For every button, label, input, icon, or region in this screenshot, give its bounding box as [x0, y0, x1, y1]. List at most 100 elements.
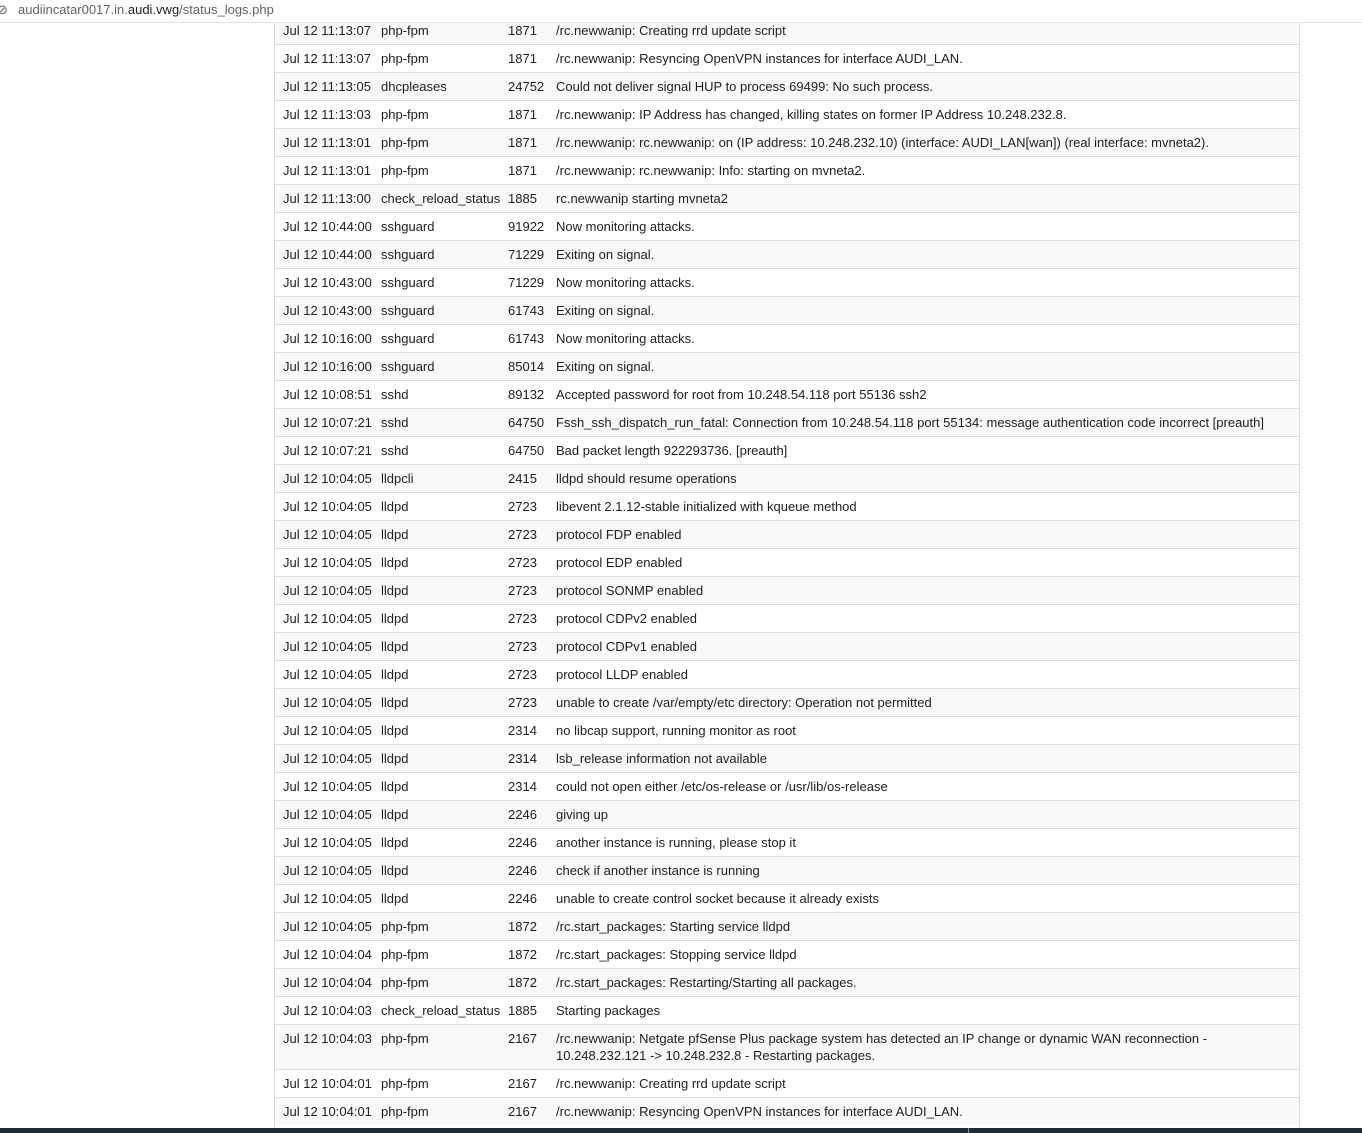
log-time-cell: Jul 12 10:04:05 [275, 520, 373, 549]
log-pid-cell: 2723 [500, 604, 548, 633]
log-message-cell: another instance is running, please stop… [548, 828, 1299, 857]
log-row: Jul 12 10:07:21 sshd 64750 Bad packet lengt… [275, 436, 1299, 465]
log-pid-cell: 2723 [500, 576, 548, 605]
address-bar[interactable]: ⊘ audiincatar0017.in.audi.vwg/status_log… [0, 0, 1362, 23]
log-message-cell: Now monitoring attacks. [548, 212, 1299, 241]
log-pid-cell: 2246 [500, 828, 548, 857]
log-row: Jul 12 10:04:05 lldpd 2314 no libcap suppor… [275, 716, 1299, 745]
log-time-cell: Jul 12 10:04:05 [275, 492, 373, 521]
log-time-cell: Jul 12 10:04:05 [275, 800, 373, 829]
log-process-cell: lldpd [373, 604, 500, 633]
log-time-cell: Jul 12 11:13:01 [275, 156, 373, 185]
log-pid-cell: 2723 [500, 660, 548, 689]
scrollbar-thumb[interactable] [968, 1128, 969, 1133]
log-row: Jul 12 11:13:07 php-fpm 1871/rc.newwanip: … [275, 44, 1299, 73]
url-text[interactable]: audiincatar0017.in.audi.vwg/status_logs.… [18, 0, 274, 20]
log-process-cell: php-fpm [373, 940, 500, 969]
log-message-cell: Bad packet length 922293736. [preauth] [548, 436, 1299, 465]
log-time-cell: Jul 12 10:16:00 [275, 324, 373, 353]
log-process-cell: lldpd [373, 632, 500, 661]
horizontal-scrollbar[interactable] [0, 1128, 1362, 1133]
log-process-cell: sshd [373, 408, 500, 437]
log-message-cell: /rc.newwanip: rc.newwanip: Info: startin… [548, 156, 1299, 185]
log-time-cell: Jul 12 10:04:05 [275, 716, 373, 745]
log-row: Jul 12 10:04:05 lldpd 2723 protocol FDP ena… [275, 520, 1299, 549]
log-row: Jul 12 10:08:51 sshd 89132 Accepted passwor… [275, 380, 1299, 409]
log-row: Jul 12 10:44:00 sshguard 91922 Now monitori… [275, 212, 1299, 241]
log-pid-cell: 61743 [500, 324, 548, 353]
log-pid-cell: 71229 [500, 268, 548, 297]
connection-icon[interactable]: ⊘ [0, 0, 8, 20]
log-process-cell: php-fpm [373, 968, 500, 997]
log-process-cell: lldpd [373, 576, 500, 605]
log-message-cell: unable to create control socket because … [548, 884, 1299, 913]
log-row: Jul 12 10:04:05 lldpd 2246 unable to create… [275, 884, 1299, 913]
log-row: Jul 12 10:04:05 lldpd 2723 unable to create… [275, 688, 1299, 717]
log-message-cell: protocol FDP enabled [548, 520, 1299, 549]
log-time-cell: Jul 12 10:04:01 [275, 1097, 373, 1125]
log-message-cell: /rc.newwanip: Resyncing OpenVPN instance… [548, 44, 1299, 73]
log-message-cell: libevent 2.1.12-stable initialized with … [548, 492, 1299, 521]
log-time-cell: Jul 12 10:04:01 [275, 1069, 373, 1098]
log-pid-cell: 1872 [500, 940, 548, 969]
log-message-cell: /rc.newwanip: rc.newwanip: on (IP addres… [548, 128, 1299, 157]
log-time-cell: Jul 12 11:13:07 [275, 23, 373, 45]
log-process-cell: lldpd [373, 884, 500, 913]
log-pid-cell: 2723 [500, 632, 548, 661]
log-process-cell: sshguard [373, 268, 500, 297]
log-row: Jul 12 10:43:00 sshguard 71229 Now monitori… [275, 268, 1299, 297]
log-pid-cell: 1872 [500, 912, 548, 941]
log-time-cell: Jul 12 11:13:05 [275, 72, 373, 101]
log-process-cell: php-fpm [373, 23, 500, 45]
log-row: Jul 12 11:13:05 dhcpleases 24752 Could not … [275, 72, 1299, 101]
log-row: Jul 12 10:16:00 sshguard 85014 Exiting on s… [275, 352, 1299, 381]
log-pid-cell: 2723 [500, 520, 548, 549]
log-time-cell: Jul 12 10:04:05 [275, 884, 373, 913]
log-row: Jul 12 11:13:00 check_reload_status 1885 rc… [275, 184, 1299, 213]
url-prefix: audiincatar0017.in. [18, 2, 128, 17]
log-time-cell: Jul 12 10:44:00 [275, 212, 373, 241]
log-pid-cell: 2314 [500, 716, 548, 745]
log-process-cell: lldpd [373, 548, 500, 577]
log-time-cell: Jul 12 10:08:51 [275, 380, 373, 409]
log-message-cell: Exiting on signal. [548, 352, 1299, 381]
log-process-cell: sshd [373, 436, 500, 465]
log-row: Jul 12 10:04:04 php-fpm 1872/rc.start_pack… [275, 940, 1299, 969]
log-time-cell: Jul 12 10:04:03 [275, 996, 373, 1025]
log-message-cell: /rc.newwanip: Creating rrd update script [548, 23, 1299, 45]
log-pid-cell: 2723 [500, 548, 548, 577]
log-time-cell: Jul 12 10:04:04 [275, 940, 373, 969]
log-time-cell: Jul 12 10:04:05 [275, 744, 373, 773]
log-row: Jul 12 10:16:00 sshguard 61743 Now monitori… [275, 324, 1299, 353]
log-row: Jul 12 10:04:01 php-fpm 2167/rc.newwanip: … [275, 1069, 1299, 1098]
log-time-cell: Jul 12 10:04:05 [275, 548, 373, 577]
log-time-cell: Jul 12 10:07:21 [275, 408, 373, 437]
log-pid-cell: 1871 [500, 156, 548, 185]
log-row: Jul 12 10:04:05 lldpd 2246 check if another… [275, 856, 1299, 885]
log-process-cell: lldpd [373, 492, 500, 521]
log-process-cell: sshguard [373, 296, 500, 325]
log-time-cell: Jul 12 10:04:03 [275, 1024, 373, 1070]
log-row: Jul 12 10:04:05 lldpd 2723 protocol CDPv2 e… [275, 604, 1299, 633]
log-process-cell: check_reload_status [373, 184, 500, 213]
log-pid-cell: 89132 [500, 380, 548, 409]
log-row: Jul 12 10:04:05 lldpd 2723 libevent 2.1.12-… [275, 492, 1299, 521]
log-pid-cell: 24752 [500, 72, 548, 101]
log-message-cell: Now monitoring attacks. [548, 324, 1299, 353]
url-domain: audi.vwg [127, 2, 180, 17]
log-pid-cell: 2723 [500, 688, 548, 717]
log-time-cell: Jul 12 11:13:07 [275, 44, 373, 73]
log-time-cell: Jul 12 11:13:00 [275, 184, 373, 213]
log-process-cell: lldpd [373, 744, 500, 773]
log-pid-cell: 1872 [500, 968, 548, 997]
log-message-cell: protocol EDP enabled [548, 548, 1299, 577]
log-pid-cell: 2167 [500, 1024, 548, 1070]
log-process-cell: php-fpm [373, 1069, 500, 1098]
log-message-cell: protocol CDPv1 enabled [548, 632, 1299, 661]
log-row: Jul 12 10:04:04 php-fpm 1872/rc.start_pack… [275, 968, 1299, 997]
log-row: Jul 12 10:04:05 lldpd 2723 protocol EDP ena… [275, 548, 1299, 577]
log-pid-cell: 64750 [500, 408, 548, 437]
log-row: Jul 12 10:04:05 lldpd 2723 protocol LLDP en… [275, 660, 1299, 689]
log-message-cell: Exiting on signal. [548, 296, 1299, 325]
log-pid-cell: 1871 [500, 23, 548, 45]
